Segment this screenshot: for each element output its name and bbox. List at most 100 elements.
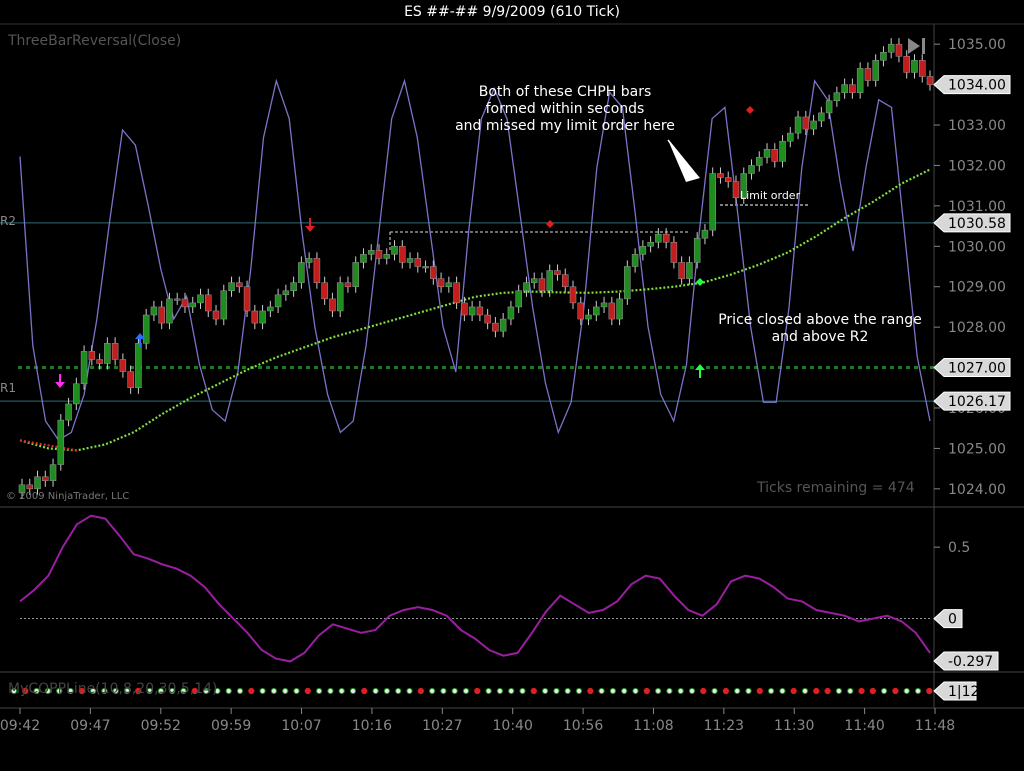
candle-body: [73, 383, 80, 405]
y-tick-label: 1029.00: [948, 280, 1006, 296]
x-tick-label: 11:08: [633, 718, 673, 734]
candle-body: [655, 233, 662, 243]
dot: [621, 687, 628, 695]
candle-body: [530, 278, 538, 283]
dot: [519, 687, 526, 695]
candle-body: [515, 290, 522, 308]
x-tick-label: 10:40: [493, 718, 533, 734]
candle-body: [647, 241, 654, 247]
price-label-2: 1027.00: [948, 361, 1006, 377]
dot: [892, 687, 899, 695]
candle-body: [189, 302, 196, 308]
candle-body: [274, 294, 282, 308]
bars-annotation-line-2: formed within seconds: [485, 101, 645, 117]
dot: [779, 687, 786, 695]
x-tick-label: 11:30: [774, 718, 814, 734]
candle-body: [26, 484, 34, 490]
candle-body: [864, 68, 872, 81]
y-tick-label: 1032.00: [948, 158, 1006, 174]
candle-body: [662, 233, 670, 243]
candle-body: [205, 294, 212, 312]
dot: [474, 687, 481, 695]
candle-body: [701, 229, 709, 239]
candle-body: [135, 343, 142, 389]
dot: [745, 687, 752, 695]
momentum-last-label: -0.297: [948, 654, 993, 670]
candle-body: [228, 282, 235, 292]
candle-body: [383, 254, 391, 259]
candle-body: [818, 112, 825, 122]
candle-body: [561, 274, 569, 287]
candle-body: [678, 262, 685, 279]
dot: [383, 687, 390, 695]
x-tick-label: 11:23: [704, 718, 744, 734]
candle-body: [414, 258, 422, 267]
candle-body: [321, 282, 328, 300]
dot: [756, 687, 763, 695]
candle-body: [42, 476, 49, 481]
candle-body: [577, 302, 585, 320]
candle-body: [375, 250, 383, 259]
dot: [643, 687, 650, 695]
dot: [903, 687, 910, 695]
chart-title: ES ##-## 9/9/2009 (610 Tick): [404, 4, 620, 20]
magenta-arrow-head: [55, 382, 65, 388]
dot: [338, 687, 345, 695]
candle-body: [158, 306, 165, 324]
dot: [496, 687, 503, 695]
candle-body: [34, 476, 41, 490]
candle-body: [880, 52, 887, 61]
dot: [609, 687, 617, 695]
dot: [236, 687, 244, 695]
candle-body: [499, 318, 507, 332]
candle-body: [849, 84, 856, 93]
limit-order-label: Limit order: [740, 189, 801, 202]
candle-body: [104, 343, 111, 364]
candle-body: [787, 132, 794, 142]
candle-body: [212, 310, 220, 320]
candle-body: [872, 60, 879, 81]
candle-body: [600, 302, 608, 308]
candle-body: [693, 237, 701, 263]
candle-body: [724, 177, 732, 182]
x-tick-label: 09:42: [0, 718, 40, 734]
candle-body: [197, 294, 204, 304]
x-tick-label: 09:52: [141, 718, 181, 734]
dot: [259, 687, 266, 695]
candle-body: [810, 120, 817, 130]
candle-body: [173, 298, 181, 301]
candle-body: [717, 173, 724, 178]
y-tick-label: 1025.00: [948, 441, 1006, 457]
dot: [542, 687, 549, 695]
candle-body: [430, 266, 437, 279]
y-tick-label: 1031.00: [948, 199, 1006, 215]
dot: [406, 687, 413, 695]
play-icon: [908, 38, 920, 54]
y-tick-label: 1028.00: [948, 320, 1006, 336]
candle-body: [507, 306, 515, 320]
candle-body: [670, 241, 678, 263]
candle-body: [80, 351, 88, 384]
x-tick-label: 10:27: [422, 718, 462, 734]
dot: [914, 687, 922, 695]
momentum-zero-label: 0: [948, 612, 957, 628]
dot: [575, 687, 583, 695]
momentum-path: [19, 514, 931, 663]
x-tick-label: 10:16: [352, 718, 392, 734]
candle-body: [903, 56, 910, 73]
dot: [417, 687, 424, 695]
indicator-label: ThreeBarReversal(Close): [8, 33, 182, 49]
y-tick-label: 1035.00: [948, 37, 1006, 53]
candle-body: [437, 278, 445, 287]
dot: [858, 687, 865, 695]
dot: [327, 687, 334, 695]
candle-body: [569, 286, 577, 304]
y-tick-label: 1030.00: [948, 239, 1006, 255]
dot: [666, 687, 673, 695]
dot: [349, 687, 357, 695]
candle-body: [585, 314, 592, 320]
green-arrow-head: [695, 364, 705, 370]
candle-body: [422, 266, 429, 269]
candle-body: [305, 258, 313, 263]
dot: [881, 687, 888, 695]
